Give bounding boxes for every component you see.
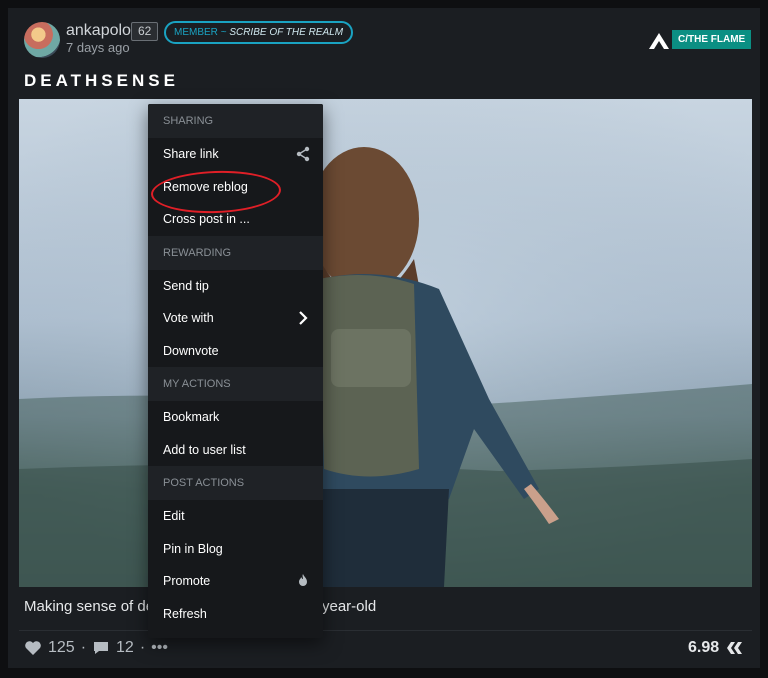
menu-item-pin-in-blog[interactable]: Pin in Blog (148, 533, 323, 566)
divider (19, 630, 752, 631)
heart-icon[interactable] (24, 640, 42, 656)
menu-item-label: Add to user list (163, 442, 246, 457)
flame-icon (299, 574, 307, 586)
badge-separator: ~ (220, 27, 227, 38)
menu-item-label: Send tip (163, 278, 209, 293)
more-options-icon[interactable]: ••• (151, 639, 168, 657)
menu-item-label: Cross post in ... (163, 212, 250, 226)
post-summary-right[interactable]: year-old (322, 598, 376, 615)
share-icon (296, 146, 310, 162)
payout[interactable]: 6.98 (688, 639, 745, 657)
payout-value[interactable]: 6.98 (688, 639, 719, 657)
menu-item-label: Edit (163, 509, 185, 523)
dot-separator: · (80, 639, 87, 656)
comment-icon[interactable] (92, 640, 110, 656)
menu-section-my-actions: MY ACTIONS (148, 367, 323, 401)
post-stats: 125 · 12 · ••• (24, 639, 168, 657)
menu-item-label: Share link (163, 147, 219, 161)
reputation-badge: 62 (131, 22, 159, 41)
menu-item-label: Downvote (163, 343, 219, 358)
menu-item-bookmark[interactable]: Bookmark (148, 401, 323, 434)
menu-item-downvote[interactable]: Downvote (148, 335, 323, 368)
badge-title: SCRIBE OF THE REALM (229, 27, 344, 38)
dot-separator: · (139, 639, 146, 656)
member-badge: MEMBER ~ SCRIBE OF THE REALM (164, 21, 354, 44)
menu-item-label: Remove reblog (163, 179, 248, 194)
menu-item-add-to-user-list[interactable]: Add to user list (148, 434, 323, 467)
menu-item-label: Refresh (163, 606, 207, 621)
post-title[interactable]: DEATHSENSE (24, 71, 179, 91)
menu-section-rewarding: REWARDING (148, 235, 323, 270)
menu-item-promote[interactable]: Promote (148, 565, 323, 598)
menu-item-vote-with[interactable]: Vote with (148, 302, 323, 335)
badge-role: MEMBER (174, 27, 218, 38)
community-tag[interactable]: C/THE FLAME (672, 30, 752, 49)
post-card: ankapolo 62 MEMBER ~ SCRIBE OF THE REALM… (8, 8, 760, 668)
post-image[interactable] (19, 99, 752, 587)
menu-item-remove-reblog[interactable]: Remove reblog (148, 171, 323, 204)
menu-item-edit[interactable]: Edit (148, 500, 323, 533)
menu-item-cross-post[interactable]: Cross post in ... (148, 203, 323, 236)
like-count[interactable]: 125 (48, 639, 75, 657)
menu-item-label: Bookmark (163, 410, 220, 424)
hive-icon (727, 642, 743, 654)
author-username[interactable]: ankapolo (66, 22, 131, 40)
menu-section-post-actions: POST ACTIONS (148, 466, 323, 500)
avatar[interactable] (24, 22, 60, 58)
post-actions-menu: SHARING Share link Remove reblog Cross p… (148, 104, 323, 638)
person-in-fog-image (19, 99, 752, 587)
comment-count[interactable]: 12 (116, 639, 134, 657)
menu-item-share-link[interactable]: Share link (148, 138, 323, 171)
menu-section-sharing: SHARING (148, 104, 323, 138)
menu-item-label: Vote with (163, 311, 214, 325)
menu-item-refresh[interactable]: Refresh (148, 598, 323, 631)
chevron-right-icon (299, 311, 308, 325)
post-summary-left[interactable]: Making sense of de (24, 598, 154, 615)
community-logo-icon[interactable] (648, 32, 670, 50)
post-time[interactable]: 7 days ago (66, 40, 130, 55)
menu-item-label: Promote (163, 574, 211, 588)
menu-item-send-tip[interactable]: Send tip (148, 270, 323, 303)
menu-item-label: Pin in Blog (163, 541, 223, 556)
